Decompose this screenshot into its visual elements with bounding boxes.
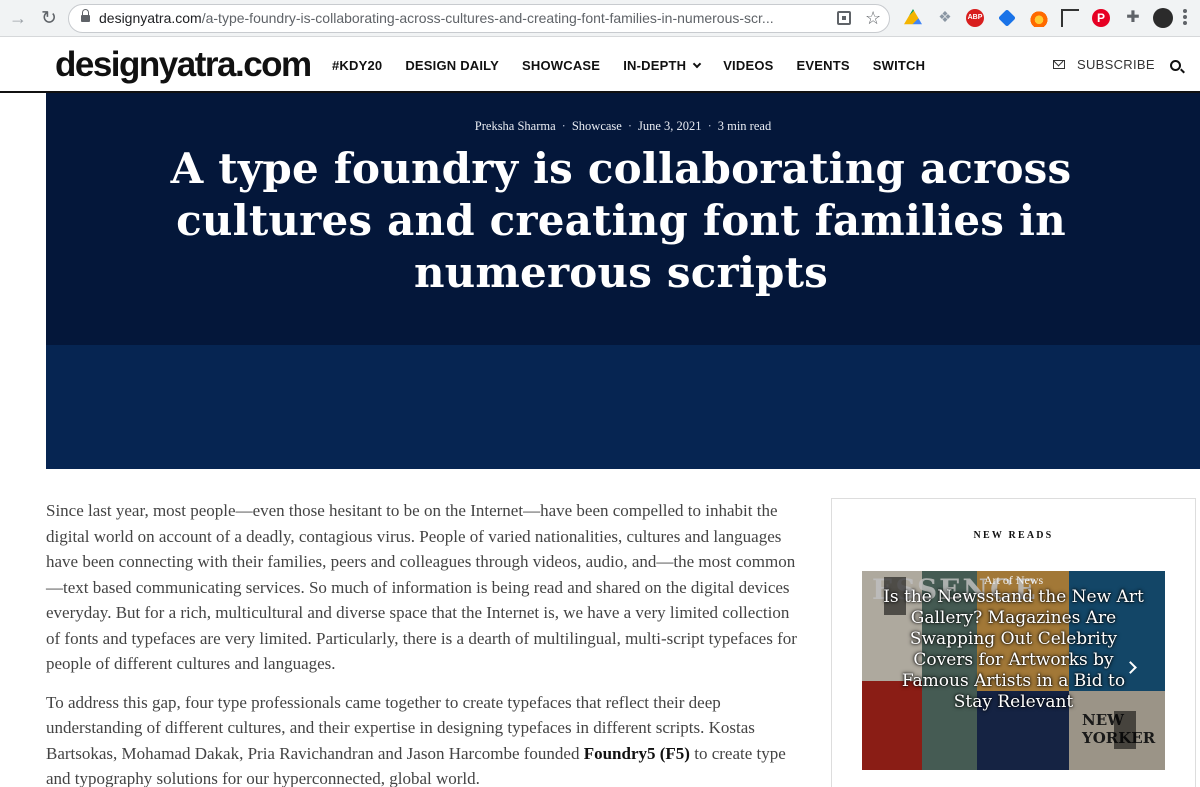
article-body: Since last year, most people—even those … (46, 498, 806, 787)
fire-icon[interactable] (1030, 9, 1048, 27)
address-bar[interactable]: designyatra.com/a-type-foundry-is-collab… (68, 4, 890, 33)
foundry5-link[interactable]: Foundry5 (F5) (584, 744, 690, 763)
nav-item-in-depth-label: IN-DEPTH (623, 58, 687, 73)
author-link[interactable]: Preksha Sharma (475, 119, 556, 133)
site-header: designyatra.com #KDY20 DESIGN DAILY SHOW… (0, 38, 1200, 93)
widget-title: NEW READS (973, 530, 1054, 541)
abp-label: ABP (967, 14, 983, 21)
main-nav: #KDY20 DESIGN DAILY SHOWCASE IN-DEPTH VI… (332, 38, 948, 93)
page-title: A type foundry is collaborating across c… (170, 144, 1072, 297)
browser-toolbar: → ↻ designyatra.com/a-type-foundry-is-co… (0, 0, 1200, 37)
sidebar-widget: NEW READS ESSENCE NEW YORKER Art of News… (831, 498, 1196, 787)
category-link[interactable]: Showcase (572, 119, 622, 133)
drive-icon[interactable] (904, 9, 922, 25)
nav-item-showcase[interactable]: SHOWCASE (522, 58, 600, 73)
nav-item-in-depth[interactable]: IN-DEPTH (623, 58, 702, 73)
url-domain: designyatra.com (99, 10, 202, 26)
reload-icon[interactable]: ↻ (38, 8, 60, 30)
card-category[interactable]: Art of News (862, 573, 1165, 588)
lock-icon (81, 9, 90, 24)
mail-icon (1053, 60, 1065, 69)
chevron-down-icon (692, 59, 702, 69)
read-time: 3 min read (717, 119, 772, 133)
adblock-icon[interactable]: ABP (966, 9, 984, 27)
search-icon[interactable] (1170, 60, 1181, 71)
qr-code-icon[interactable] (837, 11, 851, 25)
url-path: /a-type-foundry-is-collaborating-across-… (201, 10, 774, 26)
nav-item-kdy20[interactable]: #KDY20 (332, 58, 382, 73)
meta-separator: · (627, 119, 633, 133)
hero-image-band (46, 345, 1200, 469)
nav-item-switch[interactable]: SWITCH (873, 58, 925, 73)
pinterest-icon[interactable]: P (1092, 9, 1110, 27)
bookmark-star-icon[interactable]: ☆ (865, 7, 881, 29)
feather-icon[interactable] (998, 9, 1016, 27)
nav-item-events[interactable]: EVENTS (797, 58, 850, 73)
url-text[interactable]: designyatra.com/a-type-foundry-is-collab… (99, 5, 839, 32)
meta-separator: · (707, 119, 712, 133)
article-hero: Preksha Sharma · Showcase · June 3, 2021 · 3 m… (46, 93, 1200, 469)
nav-item-videos[interactable]: VIDEOS (723, 58, 773, 73)
article-paragraph: Since last year, most people—even those … (46, 501, 797, 673)
slider-indicator (1114, 711, 1136, 749)
puzzle-icon[interactable]: ✚ (1124, 9, 1142, 27)
article-paragraph: To address this gap, four type professio… (46, 690, 806, 787)
meta-separator: · (561, 119, 566, 133)
subscribe-label: SUBSCRIBE (1077, 57, 1155, 72)
dropbox-icon[interactable]: ❖ (936, 9, 954, 27)
publish-date: June 3, 2021 (638, 119, 702, 133)
menu-kebab-icon[interactable] (1180, 7, 1190, 29)
crop-icon[interactable] (1061, 9, 1079, 27)
subscribe-button[interactable]: SUBSCRIBE (1053, 57, 1155, 72)
card-title[interactable]: Is the Newsstand the New Art Gallery? Ma… (882, 587, 1145, 713)
avatar[interactable] (1153, 8, 1173, 28)
forward-arrow-icon[interactable]: → (8, 8, 28, 28)
new-reads-card[interactable]: ESSENCE NEW YORKER Art of News Is the Ne… (862, 571, 1165, 770)
nav-item-design-daily[interactable]: DESIGN DAILY (405, 58, 499, 73)
article-meta: Preksha Sharma · Showcase · June 3, 2021 · 3 m… (46, 119, 1200, 134)
site-logo[interactable]: designyatra.com (55, 44, 312, 86)
